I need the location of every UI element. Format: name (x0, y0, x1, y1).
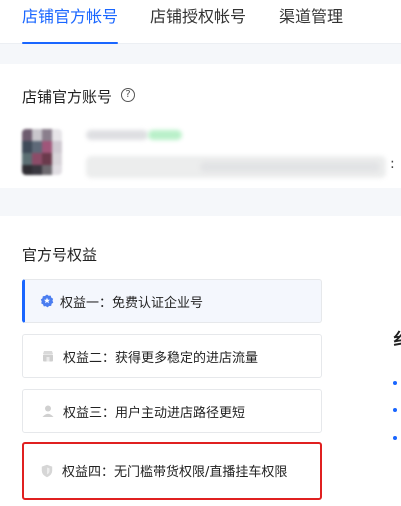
benefit-item-4[interactable]: 权益四：无门槛带货权限/直播挂车权限 (22, 442, 322, 500)
benefit-item-1[interactable]: 权益一：免费认证企业号 (22, 279, 322, 323)
benefit-item-3[interactable]: 权益三：用户主动进店路径更短 (22, 389, 322, 433)
benefits-card: 官方号权益 权益一：免费认证企业号 权益二：获得更多稳定的进店流量 权益三：用户… (0, 216, 401, 506)
benefit-label-4: 权益四：无门槛带货权限/直播挂车权限 (62, 465, 288, 480)
tab-bar: 店铺官方帐号 店铺授权帐号 渠道管理 (0, 0, 401, 44)
benefit-label-2: 权益二：获得更多稳定的进店流量 (63, 351, 259, 366)
detail-bullet-2 (393, 408, 397, 412)
store-icon (43, 351, 53, 362)
benefit-label-3: 权益三：用户主动进店路径更短 (63, 406, 246, 421)
account-info-blurred-2 (200, 162, 380, 172)
benefits-title: 官方号权益 (22, 246, 98, 264)
verified-badge-icon (40, 294, 54, 308)
benefit-item-2[interactable]: 权益二：获得更多稳定的进店流量 (22, 334, 322, 378)
detail-bullet-3 (393, 436, 397, 440)
benefit-label-1: 权益一：免费认证企业号 (60, 296, 204, 311)
account-badge-blurred (148, 130, 182, 140)
tab-authorized-account[interactable]: 店铺授权帐号 (150, 0, 246, 44)
account-colon: : (390, 156, 395, 172)
user-icon (42, 405, 54, 417)
question-circle-icon[interactable]: ? (121, 88, 135, 102)
avatar (22, 129, 62, 175)
account-name-blurred (86, 130, 148, 140)
official-account-title: 店铺官方账号 (22, 88, 113, 106)
page: 店铺官方帐号 店铺授权帐号 渠道管理 店铺官方账号 ? : 官方号权益 权益一：… (0, 0, 401, 506)
benefit-detail-title-clipped: 纟 (393, 325, 401, 350)
shield-icon (41, 464, 53, 478)
official-account-card: 店铺官方账号 ? : (0, 64, 401, 188)
tab-official-account[interactable]: 店铺官方帐号 (22, 0, 119, 44)
tab-channel-management[interactable]: 渠道管理 (279, 0, 343, 44)
detail-bullet-1 (393, 381, 397, 385)
